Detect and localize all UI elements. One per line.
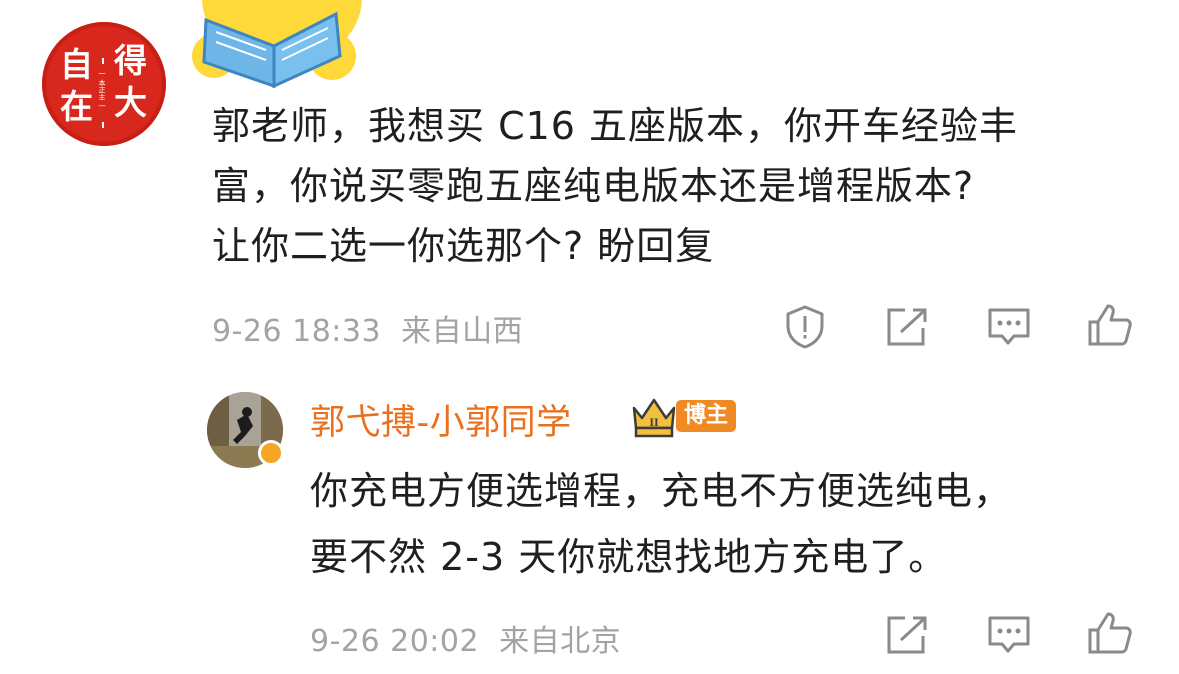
seal-char-4: 大: [114, 83, 147, 122]
like-icon[interactable]: [1086, 610, 1134, 656]
comment-line: 富，你说买零跑五座纯电版本还是增程版本?: [212, 164, 975, 208]
comment-line: 郭老师，我想买 C16 五座版本，你开车经验丰: [212, 104, 1019, 148]
commenter-avatar[interactable]: 自 得 在 大 一 本正主 一: [42, 22, 166, 146]
reply-time: 9-26 20:02: [310, 624, 480, 659]
reply-author-name[interactable]: 郭弋搏-小郭同学: [310, 394, 572, 445]
seal-divider: [102, 122, 104, 128]
comment-meta: 9-26 18:33 来自山西: [212, 306, 523, 350]
reply-text: 你充电方便选增程，充电不方便选纯电， 要不然 2-3 天你就想找地方充电了。: [310, 458, 1150, 590]
share-icon[interactable]: [885, 614, 929, 656]
comment-icon[interactable]: [986, 306, 1032, 348]
book-reading-emoji: [192, 0, 362, 89]
seal-small-text: 一 本正主 一: [98, 70, 106, 110]
crown-icon: II: [632, 398, 676, 438]
comment-location: 来自山西: [401, 314, 524, 349]
reply-meta: 9-26 20:02 来自北京: [310, 616, 621, 660]
reply-line: 要不然 2-3 天你就想找地方充电了。: [310, 535, 948, 579]
comment-line: 让你二选一你选那个? 盼回复: [212, 224, 715, 268]
share-icon[interactable]: [885, 306, 929, 348]
seal-divider: [102, 58, 104, 64]
comment-text: 郭老师，我想买 C16 五座版本，你开车经验丰 富，你说买零跑五座纯电版本还是增…: [212, 96, 1152, 276]
seal-char-3: 在: [60, 87, 93, 126]
seal-char-1: 自: [60, 45, 93, 84]
crown-level: II: [649, 415, 659, 429]
comment-icon[interactable]: [986, 614, 1032, 656]
comment-time: 9-26 18:33: [212, 314, 382, 349]
verified-badge: [258, 440, 284, 466]
like-icon[interactable]: [1086, 302, 1134, 348]
reply-location: 来自北京: [499, 624, 622, 659]
reply-line: 你充电方便选增程，充电不方便选纯电，: [310, 469, 1013, 513]
report-icon[interactable]: [782, 304, 828, 350]
blogger-badge: 博主: [676, 400, 737, 432]
seal-char-2: 得: [114, 41, 147, 80]
